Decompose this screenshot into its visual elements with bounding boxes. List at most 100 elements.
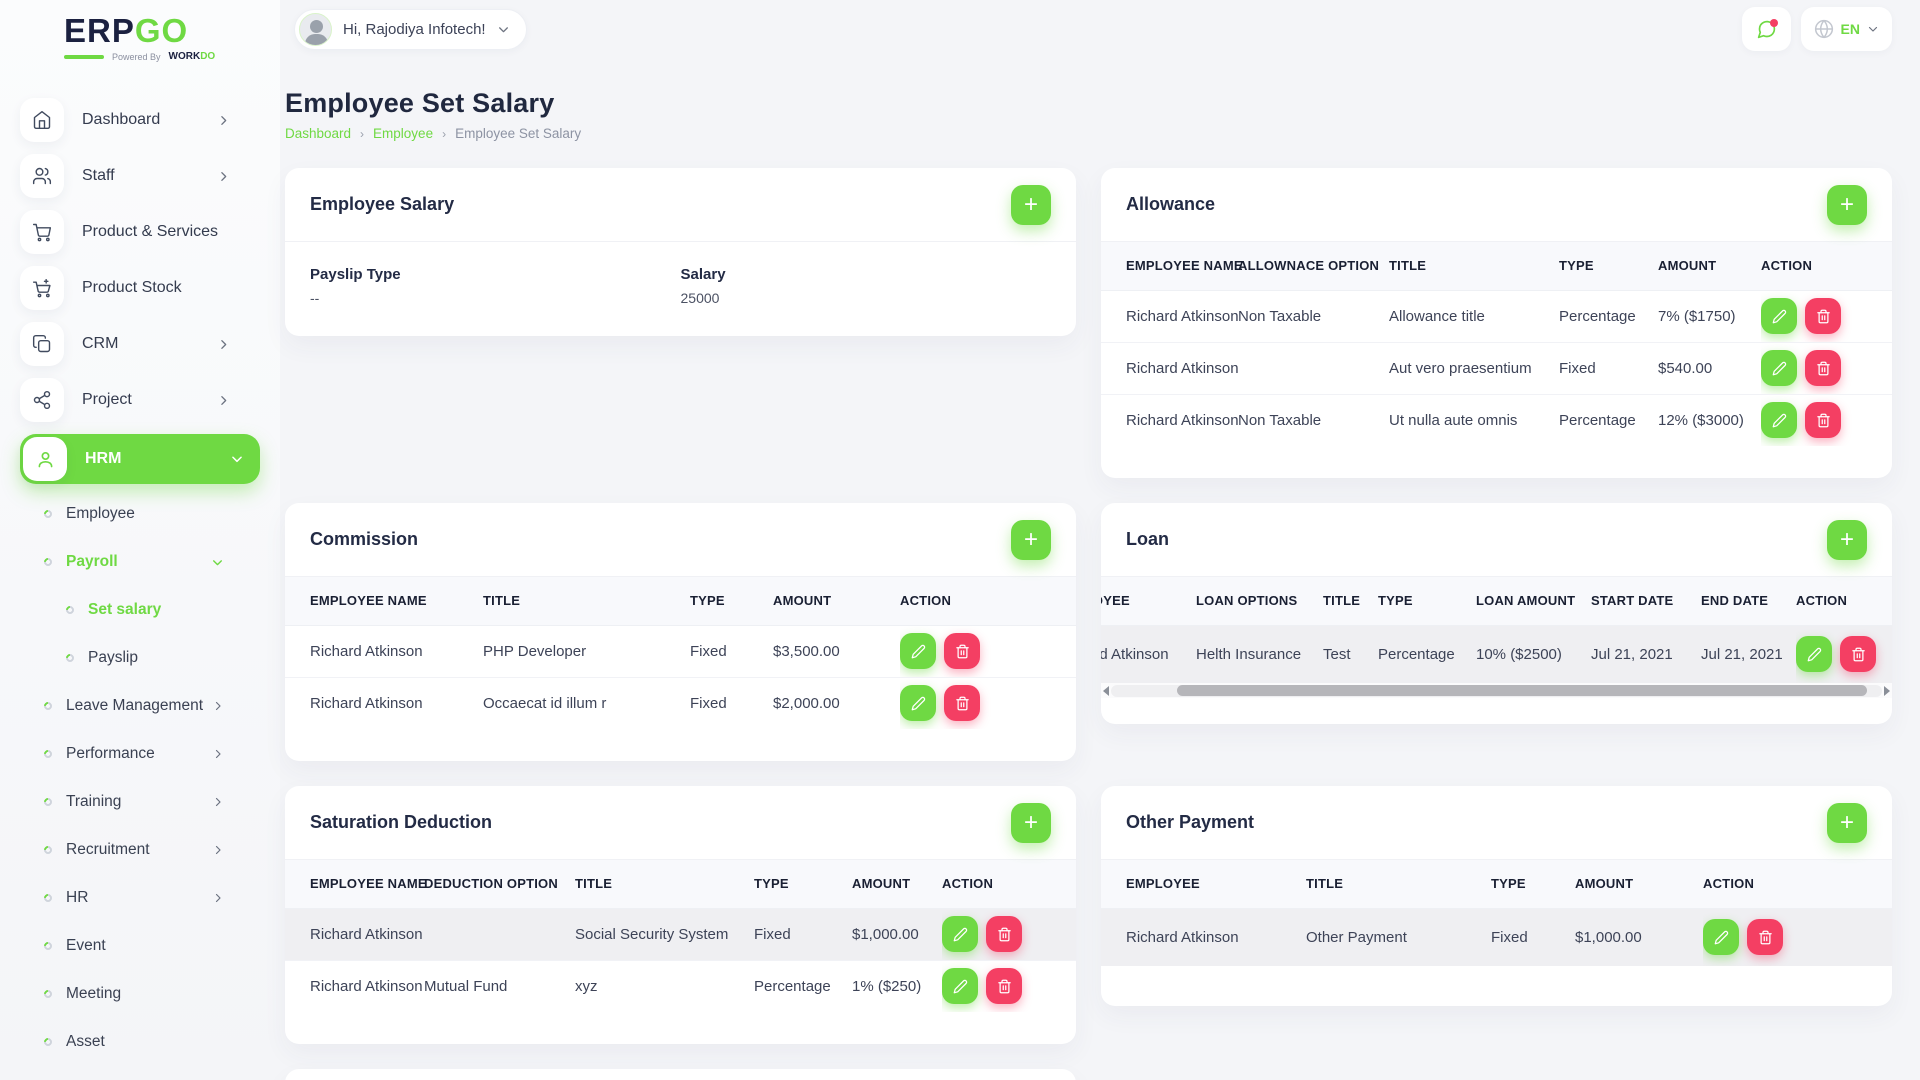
sidebar-item-asset[interactable]: Asset [20, 1022, 260, 1062]
column-header: TYPE [690, 577, 773, 625]
sub-item-label: Payslip [88, 649, 138, 667]
sidebar-item-payroll[interactable]: Payroll [20, 542, 260, 582]
table-cell [424, 908, 575, 960]
sidebar-item-meeting[interactable]: Meeting [20, 974, 260, 1014]
delete-button[interactable] [986, 968, 1022, 1004]
column-header: TYPE [1559, 242, 1658, 290]
delete-button[interactable] [1840, 636, 1876, 672]
edit-button[interactable] [900, 685, 936, 721]
edit-button[interactable] [942, 968, 978, 1004]
edit-button[interactable] [1761, 402, 1797, 438]
edit-button[interactable] [1796, 636, 1832, 672]
sidebar-item-crm[interactable]: CRM [20, 322, 260, 366]
add-allowance-button[interactable]: + [1827, 185, 1867, 225]
table-cell: $1,000.00 [1575, 908, 1703, 966]
table-row: Richard AtkinsonMutual FundxyzPercentage… [285, 960, 1076, 1012]
add-loan-button[interactable]: + [1827, 520, 1867, 560]
edit-button[interactable] [1761, 298, 1797, 334]
column-header: EMPLOYEE NAME [1101, 242, 1238, 290]
scrollbar-thumb[interactable] [1177, 685, 1867, 696]
column-header: TITLE [1389, 242, 1559, 290]
table-cell: Aut vero praesentium [1389, 342, 1559, 394]
column-header: TYPE [1491, 860, 1575, 908]
scroll-right-arrow[interactable] [1884, 686, 1890, 696]
bullet-icon [42, 748, 53, 759]
column-header: EMPLOYEE [1101, 860, 1306, 908]
edit-button[interactable] [1761, 350, 1797, 386]
delete-button[interactable] [944, 685, 980, 721]
language-selector[interactable]: EN [1801, 7, 1892, 51]
chevron-right-icon [217, 170, 230, 183]
sidebar-item-training[interactable]: Training [20, 782, 260, 822]
delete-button[interactable] [1747, 919, 1783, 955]
column-header: EMPLOYEE NAME [285, 577, 483, 625]
sidebar-item-project[interactable]: Project [20, 378, 260, 422]
bullet-icon [42, 940, 53, 951]
table-cell: Richard Atkinson [1101, 908, 1306, 966]
sidebar-item-leave-management[interactable]: Leave Management [20, 686, 260, 726]
data-table: EMPLOYEE NAMETITLETYPEAMOUNTACTIONRichar… [285, 577, 1076, 729]
sidebar-item-event[interactable]: Event [20, 926, 260, 966]
sidebar-item-hr[interactable]: HR [20, 878, 260, 918]
sidebar-item-label: CRM [82, 335, 118, 353]
sidebar-item-product-stock[interactable]: Product Stock [20, 266, 260, 310]
card-title: Saturation Deduction [310, 812, 492, 833]
edit-button[interactable] [942, 916, 978, 952]
salary-label: Salary [681, 266, 1052, 283]
table-row: Richard AtkinsonNon TaxableAllowance tit… [1101, 290, 1892, 342]
globe-icon [1814, 19, 1834, 39]
chevron-down-icon [230, 452, 244, 466]
add-saturation-deduction-button[interactable]: + [1011, 803, 1051, 843]
column-header: TITLE [1306, 860, 1491, 908]
table-cell: Occaecat id illum r [483, 677, 690, 729]
breadcrumb-current: Employee Set Salary [455, 126, 581, 141]
data-table: EMPLOYEE NAMEDEDUCTION OPTIONTITLETYPEAM… [285, 860, 1076, 1012]
table-cell: Percentage [754, 960, 852, 1012]
notifications-button[interactable] [1742, 7, 1791, 51]
data-table: EMPLOYEE NAMEALLOWNACE OPTIONTITLETYPEAM… [1101, 242, 1892, 446]
add-other-payment-button[interactable]: + [1827, 803, 1867, 843]
trash-icon [997, 927, 1012, 942]
table-cell: 10% ($2500) [1476, 625, 1591, 683]
logo-erp-text: ERP [64, 12, 135, 49]
table-cell: Helth Insurance [1196, 625, 1323, 683]
breadcrumb-employee-link[interactable]: Employee [373, 126, 433, 141]
bullet-icon [64, 604, 75, 615]
table-cell: Allowance title [1389, 290, 1559, 342]
edit-button[interactable] [1703, 919, 1739, 955]
action-cell [1761, 290, 1892, 342]
sidebar-item-hrm[interactable]: HRM [20, 434, 260, 484]
add-employee-salary-button[interactable]: + [1011, 185, 1051, 225]
trash-icon [955, 696, 970, 711]
delete-button[interactable] [1805, 350, 1841, 386]
user-menu[interactable]: Hi, Rajodiya Infotech! [294, 9, 527, 50]
bullet-icon [42, 700, 53, 711]
table-cell: Percentage [1378, 625, 1476, 683]
sidebar-item-payslip[interactable]: Payslip [20, 638, 260, 678]
scroll-left-arrow[interactable] [1103, 686, 1109, 696]
sidebar-item-employee[interactable]: Employee [20, 494, 260, 534]
scrollbar-track[interactable] [1111, 685, 1882, 697]
sidebar-item-performance[interactable]: Performance [20, 734, 260, 774]
sidebar-item-dashboard[interactable]: Dashboard [20, 98, 260, 142]
sidebar-item-set-salary[interactable]: Set salary [20, 590, 260, 630]
column-header: START DATE [1591, 577, 1701, 625]
commission-card: Commission + EMPLOYEE NAMETITLETYPEAMOUN… [285, 503, 1076, 761]
sidebar-item-product-services[interactable]: Product & Services [20, 210, 260, 254]
table-cell: PHP Developer [483, 625, 690, 677]
sidebar-item-staff[interactable]: Staff [20, 154, 260, 198]
table-cell: Richard Atkinson [285, 908, 424, 960]
bullet-icon [42, 508, 53, 519]
loan-card: Loan + EMPLOYEELOAN OPTIONSTITLETYPELOAN… [1101, 503, 1892, 724]
sidebar-item-recruitment[interactable]: Recruitment [20, 830, 260, 870]
breadcrumb-dashboard-link[interactable]: Dashboard [285, 126, 351, 141]
table-cell: Other Payment [1306, 908, 1491, 966]
edit-button[interactable] [900, 633, 936, 669]
horizontal-scrollbar[interactable] [1101, 683, 1892, 698]
delete-button[interactable] [1805, 298, 1841, 334]
table-cell: $540.00 [1658, 342, 1761, 394]
add-commission-button[interactable]: + [1011, 520, 1051, 560]
delete-button[interactable] [944, 633, 980, 669]
delete-button[interactable] [986, 916, 1022, 952]
delete-button[interactable] [1805, 402, 1841, 438]
